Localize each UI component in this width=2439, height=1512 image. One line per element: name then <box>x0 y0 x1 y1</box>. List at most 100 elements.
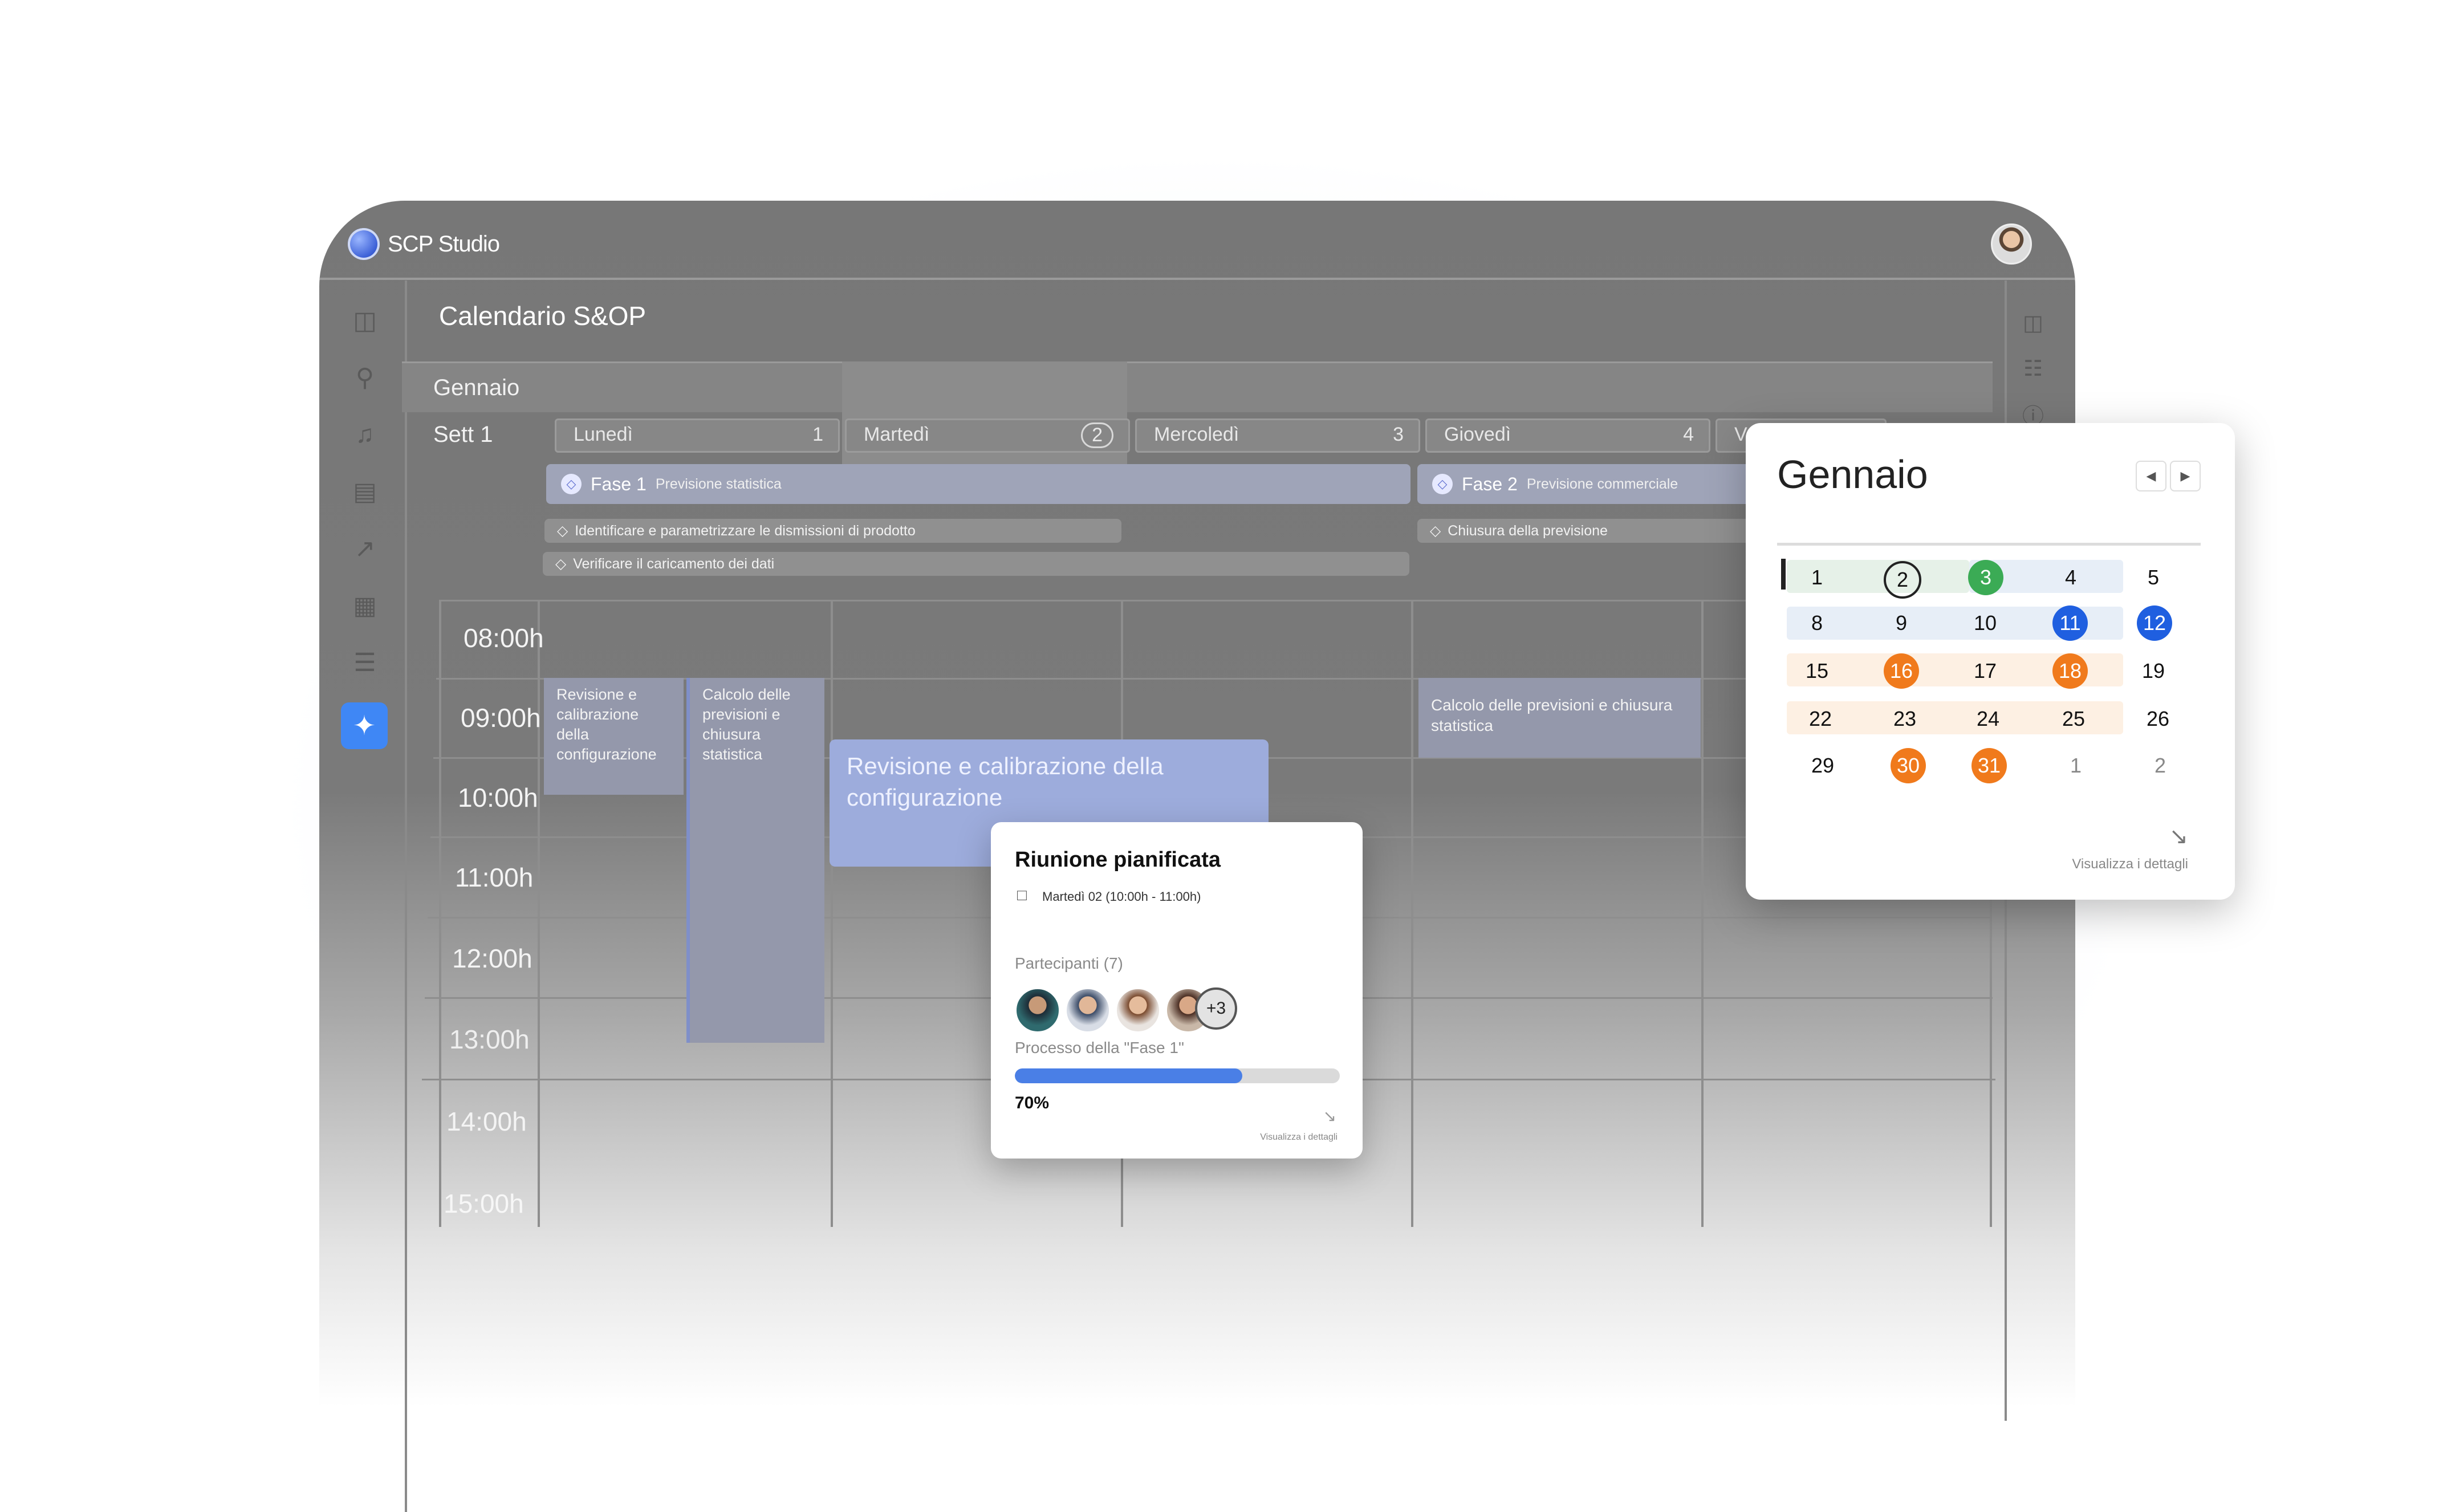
panel-icon[interactable]: ◫ <box>2019 309 2047 336</box>
current-week-marker <box>1781 559 1786 590</box>
diamond-icon: ◇ <box>1432 474 1453 494</box>
hour-label: 10:00h <box>458 783 538 812</box>
day-number: 3 <box>1393 424 1404 445</box>
calendar-day[interactable]: 31 <box>1971 748 2007 783</box>
week-label: Sett 1 <box>433 422 493 447</box>
day-header-tuesday[interactable]: Martedì 2 <box>845 418 1130 453</box>
participants-label: Partecipanti (7) <box>1015 954 1123 972</box>
month-row <box>402 361 1993 412</box>
grid-column-line <box>1701 600 1704 1227</box>
phase-bar-1[interactable]: ◇ Fase 1 Previsione statistica <box>546 464 1410 504</box>
day-name: Lunedì <box>574 424 633 445</box>
calendar-day[interactable]: 5 <box>2133 558 2173 598</box>
day-name: Giovedì <box>1444 424 1511 445</box>
details-link[interactable]: Visualizza i dettagli <box>2072 856 2188 872</box>
search-icon[interactable]: ⚲ <box>348 360 382 395</box>
day-header-thursday[interactable]: Giovedì 4 <box>1425 418 1710 453</box>
day-header-wednesday[interactable]: Mercoledì 3 <box>1135 418 1420 453</box>
calendar-day[interactable]: 24 <box>1968 699 2008 739</box>
day-header-monday[interactable]: Lunedì 1 <box>555 418 840 453</box>
menu-icon[interactable]: ☰ <box>348 645 382 680</box>
document-icon[interactable]: ▤ <box>348 474 382 509</box>
hour-label: 09:00h <box>461 703 541 733</box>
grid-column-line <box>439 600 441 1227</box>
calendar-day[interactable]: 26 <box>2138 699 2178 739</box>
event-block[interactable]: Revisione e calibrazione della configura… <box>544 678 684 795</box>
task-label: Verificare il caricamento dei dati <box>573 555 775 572</box>
phase-subtitle: Previsione commerciale <box>1526 475 1678 492</box>
calendar-day[interactable]: 22 <box>1800 699 1840 739</box>
avatar[interactable] <box>1015 987 1060 1033</box>
calendar-day[interactable]: 17 <box>1965 651 2005 691</box>
grid-column-line <box>831 600 833 1227</box>
task-item[interactable]: ◇ Identificare e parametrizzare le dismi… <box>544 519 1121 543</box>
calendar-day[interactable]: 18 <box>2052 653 2088 689</box>
avatar[interactable] <box>1065 987 1111 1033</box>
sparkle-icon[interactable]: ✦ <box>341 702 388 749</box>
more-participants-badge[interactable]: +3 <box>1195 987 1237 1030</box>
meeting-popup: Riunione pianificata □ Martedì 02 (10:00… <box>991 822 1363 1159</box>
hour-label: 15:00h <box>444 1189 524 1218</box>
day-number: 2 <box>1081 422 1113 448</box>
calendar-icon: □ <box>1017 886 1027 904</box>
puzzle-icon[interactable]: ▦ <box>348 588 382 623</box>
progress-value: 70% <box>1015 1094 1050 1112</box>
mini-calendar-divider <box>1777 543 2201 546</box>
chart-icon[interactable]: ↗ <box>348 531 382 566</box>
avatar[interactable] <box>1115 987 1161 1033</box>
calendar-day[interactable]: 25 <box>2054 699 2094 739</box>
calendar-day[interactable]: 29 <box>1803 746 1843 786</box>
calendar-day[interactable]: 30 <box>1891 748 1926 783</box>
phase-subtitle: Previsione statistica <box>655 475 782 492</box>
topbar-divider <box>319 278 2075 280</box>
phase-name: Fase 1 <box>591 473 647 494</box>
mini-calendar-nav: ◀ ▶ <box>2136 461 2201 491</box>
grid-column-line <box>538 600 540 1227</box>
calendar-day[interactable]: 15 <box>1797 651 1837 691</box>
details-link[interactable]: Visualizza i dettagli <box>1260 1132 1338 1143</box>
app-name: SCP Studio <box>388 231 500 257</box>
expand-arrow-icon[interactable]: ↘ <box>1323 1107 1336 1125</box>
calendar-day[interactable]: 23 <box>1885 699 1925 739</box>
brand: SCP Studio <box>348 228 500 260</box>
excel-icon[interactable]: ☷ <box>2019 355 2047 382</box>
event-block[interactable]: Calcolo delle previsioni e chiusura stat… <box>1418 678 1701 758</box>
month-label: Gennaio <box>433 375 520 400</box>
hour-label: 11:00h <box>455 863 534 892</box>
calendar-day[interactable]: 9 <box>1881 603 1921 643</box>
progress-bar <box>1015 1068 1340 1083</box>
event-block[interactable]: Calcolo delle previsioni e chiusura stat… <box>686 678 824 1043</box>
next-arrow-icon[interactable]: ▶ <box>2170 461 2201 491</box>
process-label: Processo della "Fase 1" <box>1015 1039 1184 1056</box>
calendar-day[interactable]: 19 <box>2133 651 2173 691</box>
calendar-day[interactable]: 12 <box>2137 605 2172 641</box>
task-label: Identificare e parametrizzare le dismiss… <box>575 522 916 539</box>
diamond-icon: ◇ <box>557 523 568 539</box>
calendar-day[interactable]: 11 <box>2052 605 2088 641</box>
user-avatar[interactable] <box>1991 223 2032 265</box>
calendar-day[interactable]: 16 <box>1884 653 1919 689</box>
calendar-day-next-month[interactable]: 1 <box>2056 746 2096 786</box>
calendar-day[interactable]: 8 <box>1797 603 1837 643</box>
progress-bar-fill <box>1015 1068 1242 1083</box>
calendar-day-next-month[interactable]: 2 <box>2140 746 2180 786</box>
day-number: 1 <box>812 424 823 445</box>
participant-avatars[interactable]: +3 <box>1015 987 1237 1033</box>
hour-label: 14:00h <box>446 1107 527 1136</box>
calendar-day[interactable]: 4 <box>2051 558 2091 598</box>
calendar-day[interactable]: 10 <box>1965 603 2005 643</box>
hour-label: 08:00h <box>464 623 544 653</box>
grid-column-line <box>1411 600 1413 1227</box>
calendar-day-today[interactable]: 2 <box>1884 561 1921 599</box>
page-title: Calendario S&OP <box>439 301 647 331</box>
expand-arrow-icon[interactable]: ↘ <box>2169 823 2188 850</box>
prev-arrow-icon[interactable]: ◀ <box>2136 461 2166 491</box>
sidebar-toggle-icon[interactable]: ◫ <box>348 303 382 338</box>
calendar-day[interactable]: 1 <box>1797 558 1837 598</box>
bell-icon[interactable]: ♫ <box>348 417 382 452</box>
diamond-icon: ◇ <box>1430 523 1441 539</box>
calendar-day[interactable]: 3 <box>1968 560 2003 595</box>
task-item[interactable]: ◇ Verificare il caricamento dei dati <box>543 552 1409 576</box>
day-name: Martedì <box>864 424 930 445</box>
diamond-icon: ◇ <box>561 474 582 494</box>
